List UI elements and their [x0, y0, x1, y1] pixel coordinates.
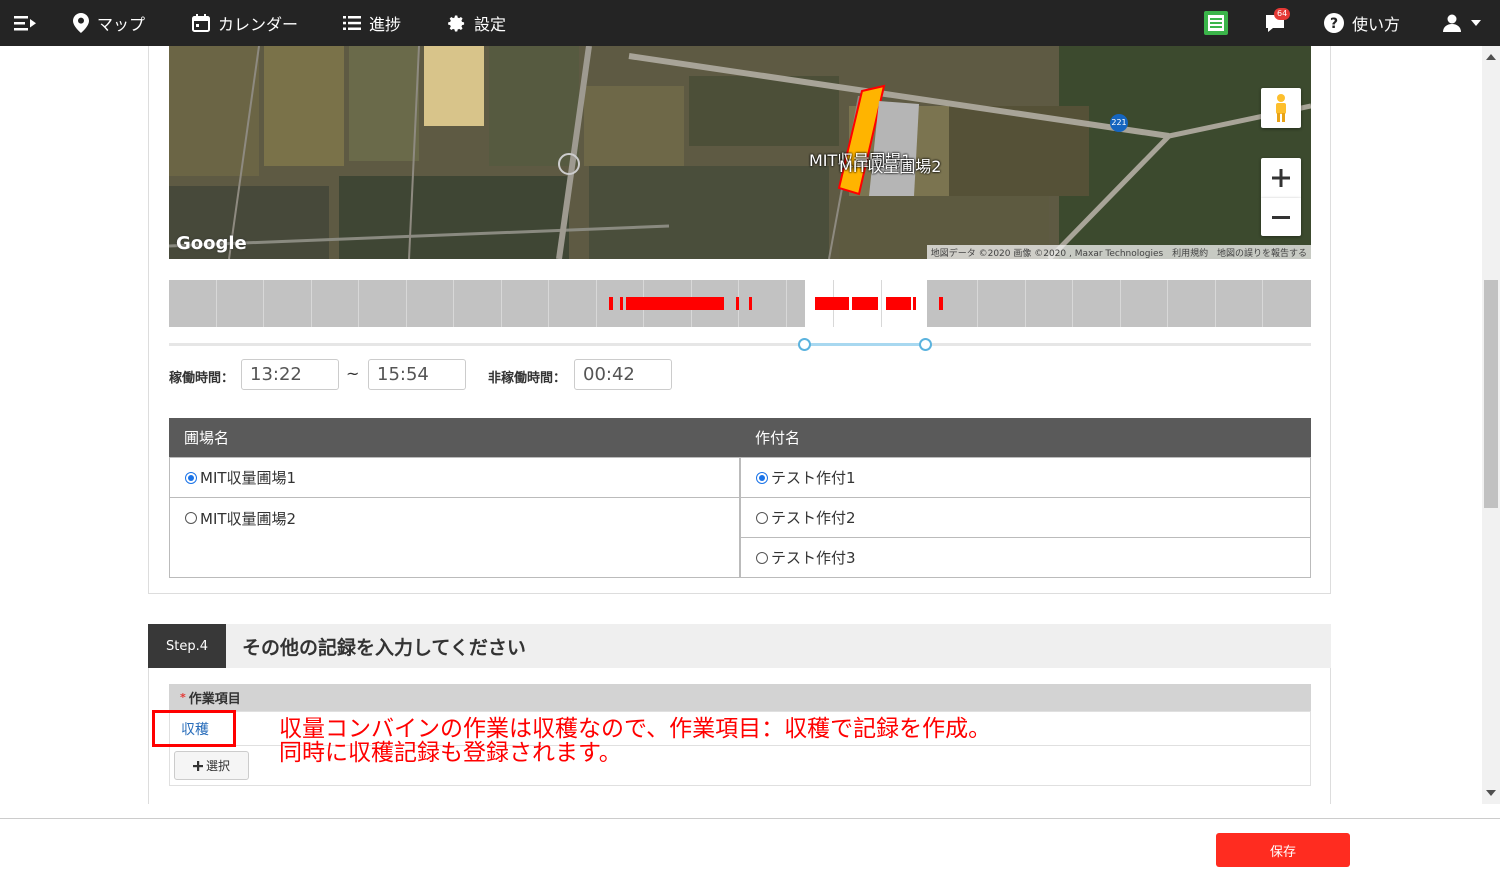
select-button-label: 選択 — [205, 759, 230, 773]
nav-settings-label: 設定 — [474, 15, 507, 34]
radio-selected-icon[interactable] — [185, 471, 197, 484]
idle-time-label: 非稼働時間： — [488, 371, 567, 386]
gear-icon — [448, 15, 465, 31]
select-work-item-button[interactable]: 選択 — [174, 751, 249, 780]
start-time-field[interactable]: 13:22 — [241, 359, 339, 390]
nav-progress-label: 進捗 — [369, 15, 402, 34]
caret-down-icon — [1471, 20, 1481, 26]
notification-badge: 64 — [1274, 8, 1291, 20]
time-range-separator: ~ — [346, 364, 360, 383]
google-logo: Google — [176, 233, 247, 254]
timeline-activity-mark — [620, 297, 623, 310]
notification-button[interactable]: 64 — [1264, 0, 1294, 46]
nav-help-label: 使い方 — [1352, 15, 1401, 34]
step4-tag: Step.4 — [148, 624, 226, 668]
annotation-highlight-box — [152, 710, 236, 747]
work-item-label: 作業項目 — [188, 692, 241, 707]
calendar-icon — [192, 14, 210, 32]
user-menu[interactable] — [1443, 0, 1489, 46]
crop-option-2[interactable]: テスト作付2 — [740, 497, 1311, 538]
timeline-activity-mark — [736, 297, 739, 310]
nav-calendar-label: カレンダー — [218, 15, 299, 34]
zoom-in-button[interactable] — [1261, 158, 1301, 198]
column-header-field: 圃場名 — [169, 418, 740, 457]
column-header-crop: 作付名 — [740, 418, 1311, 457]
operation-timeline[interactable] — [169, 280, 1311, 327]
nav-map-label: マップ — [97, 15, 146, 34]
nav-calendar[interactable]: カレンダー — [192, 0, 298, 46]
time-range-start-handle[interactable] — [798, 338, 811, 351]
crop-option-label: テスト作付1 — [771, 469, 856, 487]
timeline-activity-mark — [886, 297, 911, 310]
save-button[interactable]: 保存 — [1216, 833, 1350, 867]
crop-option-3[interactable]: テスト作付3 — [740, 537, 1311, 578]
map-field-label-2: MIT収量圃場2 — [839, 157, 942, 176]
minus-icon — [1272, 215, 1290, 219]
field-option-2[interactable]: MIT収量圃場2 — [169, 497, 740, 578]
zoom-out-button[interactable] — [1261, 198, 1301, 236]
nav-map[interactable]: マップ — [73, 0, 145, 46]
annotation-note-line1: 収量コンバインの作業は収穫なので、作業項目：収穫で記録を作成。 — [279, 716, 992, 742]
help-circle-icon: ? — [1324, 13, 1344, 33]
crop-option-label: テスト作付3 — [771, 549, 856, 567]
radio-unselected-icon[interactable] — [185, 512, 197, 524]
radio-unselected-icon[interactable] — [756, 551, 768, 564]
timeline-activity-mark — [815, 297, 849, 310]
timeline-activity-mark — [939, 297, 943, 310]
operating-time-label: 稼働時間： — [169, 371, 235, 386]
plus-icon — [192, 760, 203, 771]
radio-unselected-icon[interactable] — [756, 511, 768, 524]
pegman-icon — [1276, 94, 1286, 122]
scroll-up-arrow-icon[interactable] — [1486, 54, 1496, 60]
crop-option-1[interactable]: テスト作付1 — [740, 457, 1311, 498]
vertical-scrollbar[interactable] — [1482, 46, 1500, 804]
nav-settings[interactable]: 設定 — [447, 0, 506, 46]
work-item-header: * 作業項目 — [169, 684, 1311, 711]
timeline-activity-mark — [626, 297, 724, 310]
idle-time-field[interactable]: 00:42 — [574, 359, 672, 390]
map-attribution-text: 地図データ ©2020 画像 ©2020 , Maxar Technologie… — [930, 249, 1164, 259]
radio-selected-icon[interactable] — [756, 471, 768, 484]
time-range-slider-range — [804, 343, 926, 346]
time-range-end-handle[interactable] — [919, 338, 932, 351]
map-terms-link[interactable]: 利用規約 — [1172, 249, 1208, 259]
road-number: 221 — [1111, 118, 1127, 127]
nav-help[interactable]: ? 使い方 — [1324, 0, 1400, 46]
step4-title: その他の記録を入力してください — [242, 636, 526, 659]
end-time-field[interactable]: 15:54 — [368, 359, 466, 390]
main-content[interactable]: MIT収量圃場1 MIT収量圃場2 221 Google 地図データ ©2020… — [0, 46, 1482, 804]
plus-icon — [1272, 169, 1290, 187]
annotation-note-line2: 同時に収穫記録も登録されます。 — [279, 740, 622, 766]
scroll-down-arrow-icon[interactable] — [1486, 790, 1496, 796]
top-nav-bar: マップ カレンダー 進捗 設定 64 ? 使い方 — [0, 0, 1500, 46]
spreadsheet-icon[interactable] — [1204, 0, 1236, 46]
nav-progress[interactable]: 進捗 — [343, 0, 401, 46]
svg-text:?: ? — [1330, 16, 1338, 32]
field-option-1[interactable]: MIT収量圃場1 — [169, 457, 740, 498]
map-pin-icon — [73, 13, 89, 33]
time-range-slider-track[interactable] — [169, 343, 1311, 346]
field-option-label: MIT収量圃場1 — [200, 469, 297, 487]
satellite-map[interactable]: MIT収量圃場1 MIT収量圃場2 221 Google 地図データ ©2020… — [169, 46, 1311, 259]
map-attribution: 地図データ ©2020 画像 ©2020 , Maxar Technologie… — [926, 245, 1311, 259]
field-option-label: MIT収量圃場2 — [200, 510, 297, 528]
timeline-activity-mark — [852, 297, 878, 310]
map-report-link[interactable]: 地図の誤りを報告する — [1217, 249, 1307, 259]
scrollbar-thumb[interactable] — [1484, 280, 1498, 508]
required-mark: * — [180, 691, 186, 704]
timeline-activity-mark — [749, 297, 752, 310]
map-imagery — [169, 46, 1311, 259]
timeline-activity-mark — [609, 297, 613, 310]
menu-toggle-icon[interactable] — [14, 0, 44, 46]
crop-option-label: テスト作付2 — [771, 509, 856, 527]
list-check-icon — [343, 16, 361, 30]
street-view-button[interactable] — [1261, 88, 1301, 128]
user-icon — [1443, 14, 1461, 32]
step4-header: Step.4 その他の記録を入力してください — [148, 624, 1331, 668]
timeline-activity-mark — [913, 297, 916, 310]
